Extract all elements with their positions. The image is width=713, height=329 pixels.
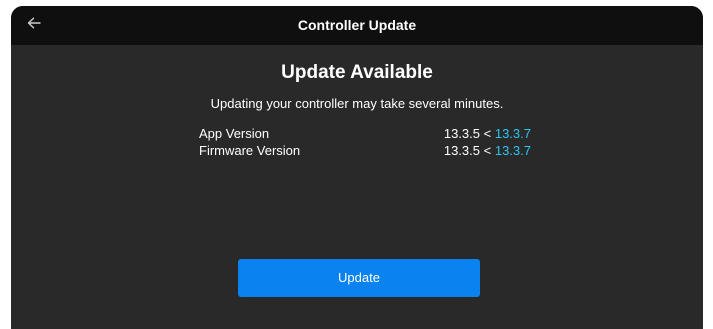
title-bar: Controller Update	[11, 6, 703, 45]
back-button[interactable]	[19, 10, 49, 40]
firmware-version-label: Firmware Version	[199, 143, 301, 158]
update-message: Updating your controller may take severa…	[210, 96, 504, 111]
firmware-version-separator: <	[483, 143, 492, 158]
firmware-version-row: Firmware Version 13.3.5 < 13.3.7	[199, 143, 531, 159]
app-version-label: App Version	[199, 126, 270, 141]
page-title: Controller Update	[297, 17, 417, 33]
firmware-version-latest: 13.3.7	[494, 143, 531, 158]
app-version-latest: 13.3.7	[494, 126, 531, 141]
app-version-separator: <	[483, 126, 492, 141]
arrow-left-icon	[27, 16, 41, 34]
firmware-version-value: 13.3.5 < 13.3.7	[444, 143, 531, 158]
firmware-version-current: 13.3.5	[443, 143, 480, 158]
app-version-value: 13.3.5 < 13.3.7	[444, 126, 531, 141]
update-heading: Update Available	[281, 62, 433, 83]
controller-update-screen: Controller Update Update Available Updat…	[11, 6, 703, 329]
app-version-row: App Version 13.3.5 < 13.3.7	[199, 126, 531, 142]
app-version-current: 13.3.5	[443, 126, 480, 141]
update-button[interactable]: Update	[238, 259, 480, 297]
